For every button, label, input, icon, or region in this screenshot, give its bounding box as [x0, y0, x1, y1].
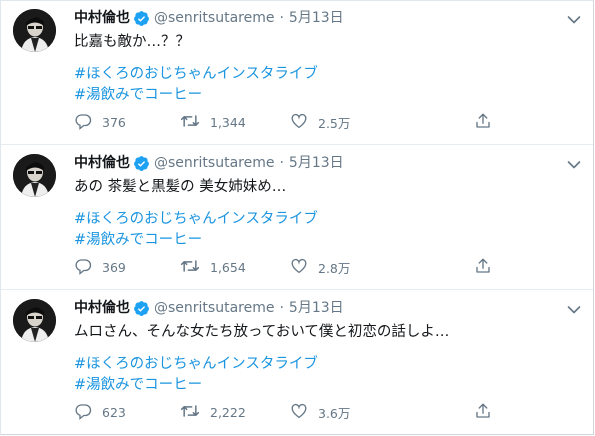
retweet-button[interactable]: 1,654 [180, 256, 246, 278]
display-name[interactable]: 中村倫也 [74, 153, 130, 173]
separator-dot: · [279, 300, 284, 316]
tweet-date[interactable]: 5月13日 [289, 298, 344, 318]
hashtag-list: #ほくろのおじちゃんインスタライブ #湯飲みでコーヒー [74, 354, 318, 396]
share-button[interactable] [474, 256, 502, 278]
display-name[interactable]: 中村倫也 [74, 8, 130, 28]
retweet-count: 1,654 [210, 259, 246, 275]
tweet-date[interactable]: 5月13日 [289, 8, 344, 28]
verified-badge-icon [133, 300, 150, 317]
display-name[interactable]: 中村倫也 [74, 298, 130, 318]
like-count: 3.6万 [318, 405, 351, 421]
tweet-header: 中村倫也 @senritsutareme · 5月13日 [74, 298, 344, 318]
hashtag-link[interactable]: #湯飲みでコーヒー [74, 85, 318, 106]
retweet-button[interactable]: 1,344 [180, 111, 246, 133]
user-handle[interactable]: @senritsutareme [154, 153, 274, 173]
chevron-down-icon[interactable] [567, 300, 581, 314]
hashtag-list: #ほくろのおじちゃんインスタライブ #湯飲みでコーヒー [74, 209, 318, 251]
tweet-text: 比嘉も敵か…？？ [74, 34, 190, 50]
tweet-text: ムロさん、そんな女たち放っておいて僕と初恋の話しよ… [74, 324, 450, 340]
tweet[interactable]: 中村倫也 @senritsutareme · 5月13日 あの 茶髪と黒髪の 美… [1, 145, 593, 290]
share-button[interactable] [474, 111, 502, 133]
share-icon [474, 112, 502, 133]
retweet-count: 1,344 [210, 114, 246, 130]
share-icon [474, 402, 502, 423]
verified-badge-icon [133, 155, 150, 172]
tweet-actions: 369 1,654 2.8万 [74, 256, 514, 278]
tweet[interactable]: 中村倫也 @senritsutareme · 5月13日 ムロさん、そんな女たち… [1, 290, 593, 435]
reply-button[interactable]: 369 [74, 256, 126, 278]
retweet-button[interactable]: 2,222 [180, 401, 246, 423]
hashtag-link[interactable]: #湯飲みでコーヒー [74, 230, 318, 251]
tweet-header: 中村倫也 @senritsutareme · 5月13日 [74, 8, 344, 28]
verified-badge-icon [133, 10, 150, 27]
share-icon [474, 257, 502, 278]
like-count: 2.5万 [318, 115, 351, 131]
retweet-icon [180, 257, 210, 278]
hashtag-link[interactable]: #ほくろのおじちゃんインスタライブ [74, 64, 318, 85]
chevron-down-icon[interactable] [567, 10, 581, 24]
heart-icon [290, 112, 318, 133]
chevron-down-icon[interactable] [567, 155, 581, 169]
like-button[interactable]: 3.6万 [290, 401, 350, 423]
tweet-header: 中村倫也 @senritsutareme · 5月13日 [74, 153, 344, 173]
retweet-icon [180, 112, 210, 133]
user-handle[interactable]: @senritsutareme [154, 8, 274, 28]
like-button[interactable]: 2.8万 [290, 256, 350, 278]
share-button[interactable] [474, 401, 502, 423]
retweet-icon [180, 402, 210, 423]
retweet-count: 2,222 [210, 404, 246, 420]
hashtag-link[interactable]: #ほくろのおじちゃんインスタライブ [74, 209, 318, 230]
tweet-actions: 623 2,222 3.6万 [74, 401, 514, 423]
reply-button[interactable]: 623 [74, 401, 126, 423]
heart-icon [290, 257, 318, 278]
reply-icon [74, 257, 102, 278]
reply-button[interactable]: 376 [74, 111, 126, 133]
reply-count: 623 [102, 404, 126, 420]
hashtag-link[interactable]: #ほくろのおじちゃんインスタライブ [74, 354, 318, 375]
reply-count: 369 [102, 259, 126, 275]
avatar[interactable] [13, 9, 56, 52]
reply-icon [74, 402, 102, 423]
avatar[interactable] [13, 299, 56, 342]
separator-dot: · [279, 10, 284, 26]
user-handle[interactable]: @senritsutareme [154, 298, 274, 318]
tweet[interactable]: 中村倫也 @senritsutareme · 5月13日 比嘉も敵か…？？ #ほ… [1, 0, 593, 145]
reply-count: 376 [102, 114, 126, 130]
like-count: 2.8万 [318, 260, 351, 276]
like-button[interactable]: 2.5万 [290, 111, 350, 133]
hashtag-list: #ほくろのおじちゃんインスタライブ #湯飲みでコーヒー [74, 64, 318, 106]
tweet-date[interactable]: 5月13日 [289, 153, 344, 173]
reply-icon [74, 112, 102, 133]
tweet-text: あの 茶髪と黒髪の 美女姉妹め… [74, 179, 287, 195]
tweet-actions: 376 1,344 2.5万 [74, 111, 514, 133]
heart-icon [290, 402, 318, 423]
avatar[interactable] [13, 154, 56, 197]
hashtag-link[interactable]: #湯飲みでコーヒー [74, 375, 318, 396]
separator-dot: · [279, 155, 284, 171]
